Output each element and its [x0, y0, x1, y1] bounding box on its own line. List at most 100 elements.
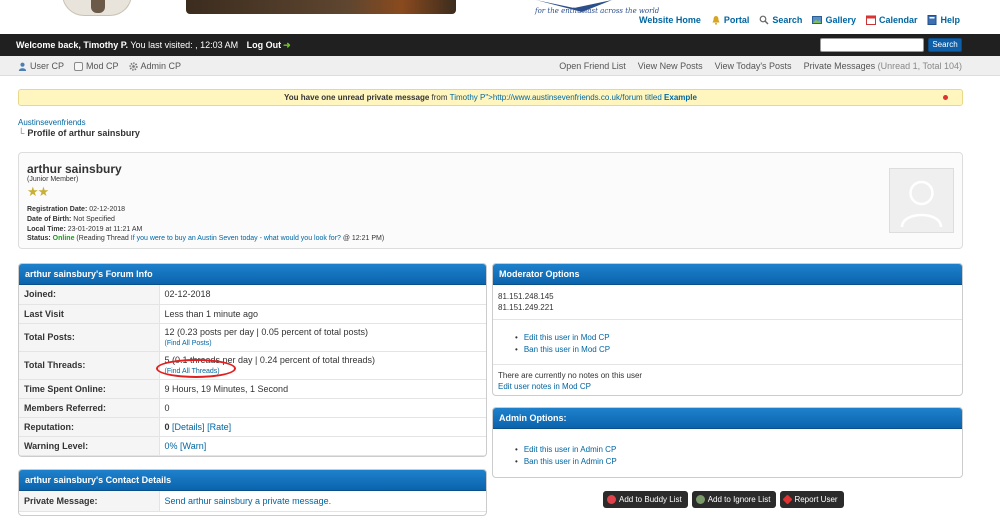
edit-user-notes-link[interactable]: Edit user notes in Mod CP	[498, 382, 591, 391]
joined-row: Joined: 02-12-2018	[19, 285, 486, 305]
ignore-icon	[695, 495, 705, 504]
gear-icon	[128, 61, 138, 71]
mod-cp-link[interactable]: Mod CP	[74, 61, 119, 71]
dismiss-alert-icon[interactable]	[943, 95, 948, 100]
warning-level-cell: 0% [Warn]	[159, 436, 486, 456]
forum-info-table: Joined: 02-12-2018 Last Visit Less than …	[19, 285, 486, 456]
report-button-label: Report User	[794, 495, 838, 504]
gallery-link[interactable]: Gallery	[812, 15, 856, 25]
last-visit-label: Last Visit	[19, 304, 160, 324]
admin-actions-list: Edit this user in Admin CP Ban this user…	[493, 444, 962, 468]
calendar-link[interactable]: Calendar	[865, 15, 917, 25]
user-quick-links: Open Friend List View New Posts View Tod…	[559, 61, 962, 71]
breadcrumb-home-link[interactable]: Austinsevenfriends	[18, 118, 86, 127]
pm-alert-title-link[interactable]: Example	[664, 93, 697, 102]
last-visited-text: You last visited: , 12:03 AM	[128, 40, 239, 50]
find-all-posts-link[interactable]: (Find All Posts)	[165, 340, 212, 347]
breadcrumb-current-label: Profile of arthur sainsbury	[27, 128, 140, 138]
user-icon	[18, 62, 27, 71]
pm-alert: You have one unread private message from…	[18, 89, 963, 106]
warning-level-label: Warning Level:	[19, 436, 160, 456]
user-cp-link[interactable]: User CP	[18, 61, 64, 71]
document-icon	[74, 61, 84, 71]
contact-details-box: arthur sainsbury's Contact Details Priva…	[18, 469, 487, 516]
logout-link[interactable]: Log Out	[247, 40, 282, 50]
total-posts-cell: 12 (0.23 posts per day | 0.05 percent of…	[159, 323, 486, 352]
portal-link[interactable]: Portal	[711, 15, 749, 25]
reputation-details-link[interactable]: [Details]	[172, 422, 205, 432]
website-home-link[interactable]: Website Home	[639, 15, 701, 25]
total-threads-cell: 5 (0.1 threads per day | 0.24 percent of…	[155, 351, 486, 380]
ban-user-modcp-link[interactable]: Ban this user in Mod CP	[524, 345, 610, 354]
ip-addresses: 81.151.248.145 81.151.249.221	[493, 285, 962, 313]
add-to-buddy-list-button[interactable]: Add to Buddy List	[603, 491, 688, 508]
search-button[interactable]: Search	[928, 38, 962, 52]
mod-action-item: Ban this user in Mod CP	[515, 344, 962, 356]
send-pm-link[interactable]: Send arthur sainsbury a private message.	[165, 496, 332, 506]
status-thread-link[interactable]: If you were to buy an Austin Seven today…	[131, 235, 341, 242]
profile-action-buttons: Add to Buddy List Add to Ignore List Rep…	[603, 491, 844, 508]
highlight-circle	[155, 359, 236, 378]
status-time: @ 12:21 PM)	[340, 235, 385, 243]
local-time-value: 23-01-2019 at 11:21 AM	[65, 225, 143, 233]
report-flag-icon	[782, 494, 793, 505]
view-new-posts-link[interactable]: View New Posts	[638, 61, 703, 71]
toplink-label: Gallery	[825, 15, 856, 25]
report-user-button[interactable]: Report User	[780, 491, 844, 508]
admin-options-heading: Admin Options:	[493, 408, 962, 429]
add-to-ignore-list-button[interactable]: Add to Ignore List	[691, 491, 777, 508]
mod-actions-list: Edit this user in Mod CP Ban this user i…	[493, 332, 962, 356]
edit-user-modcp-link[interactable]: Edit this user in Mod CP	[524, 333, 610, 342]
bell-icon	[712, 16, 720, 25]
view-todays-posts-link[interactable]: View Today's Posts	[715, 61, 792, 71]
members-referred-value: 0	[159, 398, 486, 418]
panel-links-bar: User CP Mod CP Admin CP Open Friend List…	[0, 56, 1000, 76]
search-link[interactable]: Search	[759, 15, 802, 25]
dob-value: Not Specified	[71, 215, 115, 223]
reputation-rate-link[interactable]: [Rate]	[207, 422, 231, 432]
admin-actions-section: Edit this user in Admin CP Ban this user…	[493, 429, 962, 468]
forum-info-box: arthur sainsbury's Forum Info Joined: 02…	[18, 263, 487, 457]
help-link[interactable]: Help	[927, 15, 960, 25]
registration-row: Registration Date: 02-12-2018	[27, 205, 384, 215]
time-online-row: Time Spent Online: 9 Hours, 19 Minutes, …	[19, 379, 486, 399]
registration-label: Registration Date:	[27, 206, 88, 213]
breadcrumb-current: └ Profile of arthur sainsbury	[18, 128, 140, 138]
pm-counts: (Unread 1, Total 104)	[877, 61, 962, 71]
ban-user-admincp-link[interactable]: Ban this user in Admin CP	[524, 457, 617, 466]
admin-cp-link[interactable]: Admin CP	[128, 61, 181, 71]
reputation-cell: 0 [Details] [Rate]	[159, 417, 486, 437]
forum-info-heading: arthur sainsbury's Forum Info	[19, 264, 486, 285]
profile-summary: arthur sainsbury (Junior Member) ★★ Regi…	[18, 152, 963, 249]
ignore-button-label: Add to Ignore List	[707, 495, 771, 504]
edit-user-admincp-link[interactable]: Edit this user in Admin CP	[524, 445, 616, 454]
user-cp-label: User CP	[30, 61, 65, 71]
total-posts-value: 12 (0.23 posts per day | 0.05 percent of…	[164, 327, 368, 337]
moderator-options-box: Moderator Options 81.151.248.145 81.151.…	[492, 263, 963, 396]
toplink-label: Help	[940, 15, 960, 25]
private-message-label: Private Message:	[19, 491, 160, 512]
pm-alert-sender-link[interactable]: Timothy P">http://www.austinsevenfriends…	[450, 93, 664, 102]
total-posts-label: Total Posts:	[19, 323, 160, 352]
warn-link[interactable]: [Warn]	[180, 441, 206, 451]
total-threads-row: Total Threads: 5 (0.1 threads per day | …	[19, 351, 486, 380]
site-logo[interactable]	[186, 0, 456, 14]
moderator-options-heading: Moderator Options	[493, 264, 962, 285]
contact-details-table: Private Message: Send arthur sainsbury a…	[19, 491, 486, 512]
status-online: Online	[50, 235, 75, 243]
open-friend-list-link[interactable]: Open Friend List	[559, 61, 626, 71]
mod-actions-section: Edit this user in Mod CP Ban this user i…	[493, 319, 962, 364]
search-input[interactable]	[820, 38, 924, 52]
no-notes-text: There are currently no notes on this use…	[498, 371, 643, 380]
private-message-cell: Send arthur sainsbury a private message.	[159, 491, 486, 512]
private-messages-link[interactable]: Private Messages (Unread 1, Total 104)	[804, 61, 962, 71]
ip-address: 81.151.249.221	[498, 303, 554, 312]
user-stars-icon: ★★	[27, 184, 49, 199]
site-header: for the enthusiast across the world Webs…	[0, 0, 1000, 34]
mod-action-item: Edit this user in Mod CP	[515, 332, 962, 344]
help-book-icon	[927, 15, 937, 25]
logo-emblem[interactable]	[62, 0, 132, 16]
user-notes-section: There are currently no notes on this use…	[493, 364, 962, 392]
welcome-bar: Welcome back, Timothy P. You last visite…	[0, 34, 1000, 56]
warning-level-link[interactable]: 0%	[165, 441, 178, 451]
